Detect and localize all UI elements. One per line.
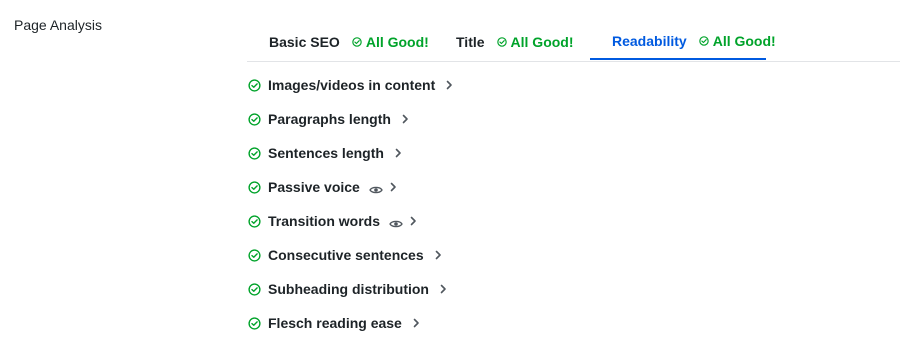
analysis-tabs: Basic SEO All Good! Title All Good! Read… xyxy=(247,24,900,62)
check-item-paragraphs-length[interactable]: Paragraphs length xyxy=(248,102,453,136)
check-item-sentences-length[interactable]: Sentences length xyxy=(248,136,453,170)
chevron-right-icon[interactable] xyxy=(409,216,417,226)
check-item-label: Sentences length xyxy=(268,145,384,161)
check-item-passive-voice[interactable]: Passive voice xyxy=(248,170,453,204)
page-analysis-panel: Page Analysis Basic SEO All Good! Title … xyxy=(0,0,900,348)
check-item-images-videos[interactable]: Images/videos in content xyxy=(248,68,453,102)
check-circle-icon xyxy=(352,37,362,47)
section-label: Page Analysis xyxy=(14,17,102,33)
tab-status-text: All Good! xyxy=(365,34,429,50)
check-circle-icon xyxy=(248,78,261,92)
tab-status-text: All Good! xyxy=(712,33,776,49)
check-circle-icon xyxy=(248,316,261,330)
check-circle-icon xyxy=(248,282,261,296)
tab-label: Readability xyxy=(612,33,687,49)
check-item-label: Paragraphs length xyxy=(268,111,391,127)
check-circle-icon xyxy=(248,112,261,126)
eye-icon[interactable] xyxy=(369,185,383,195)
tab-readability[interactable]: Readability All Good! xyxy=(590,24,776,60)
check-circle-icon xyxy=(496,37,507,47)
tab-basic-seo[interactable]: Basic SEO All Good! xyxy=(269,24,429,60)
tab-status-text: All Good! xyxy=(510,34,574,50)
chevron-right-icon[interactable] xyxy=(389,182,397,192)
check-item-transition-words[interactable]: Transition words xyxy=(248,204,453,238)
tab-label: Basic SEO xyxy=(269,34,340,50)
chevron-right-icon[interactable] xyxy=(401,114,409,124)
chevron-right-icon[interactable] xyxy=(434,250,442,260)
check-item-label: Consecutive sentences xyxy=(268,247,424,263)
check-circle-icon xyxy=(248,180,261,194)
check-item-label: Transition words xyxy=(268,213,381,229)
check-circle-icon xyxy=(248,248,261,262)
check-item-flesch-reading-ease[interactable]: Flesch reading ease xyxy=(248,306,453,340)
eye-icon[interactable] xyxy=(389,219,403,229)
check-item-label: Passive voice xyxy=(268,179,360,195)
tab-label: Title xyxy=(456,34,485,50)
chevron-right-icon[interactable] xyxy=(439,284,447,294)
check-item-label: Images/videos in content xyxy=(268,77,436,93)
tab-title[interactable]: Title All Good! xyxy=(456,24,574,60)
check-item-subheading-distribution[interactable]: Subheading distribution xyxy=(248,272,453,306)
check-circle-icon xyxy=(248,214,261,228)
tab-status: All Good! xyxy=(352,34,429,50)
chevron-right-icon[interactable] xyxy=(445,80,453,90)
chevron-right-icon[interactable] xyxy=(394,148,402,158)
check-item-label: Subheading distribution xyxy=(268,281,429,297)
chevron-right-icon[interactable] xyxy=(412,318,420,328)
check-circle-icon xyxy=(248,146,261,160)
check-item-label: Flesch reading ease xyxy=(268,315,402,331)
tab-status: All Good! xyxy=(496,34,574,50)
check-circle-icon xyxy=(698,36,709,46)
readability-checks-list: Images/videos in content Paragraphs leng… xyxy=(248,68,453,340)
check-item-consecutive-sentences[interactable]: Consecutive sentences xyxy=(248,238,453,272)
tab-status: All Good! xyxy=(698,33,776,49)
